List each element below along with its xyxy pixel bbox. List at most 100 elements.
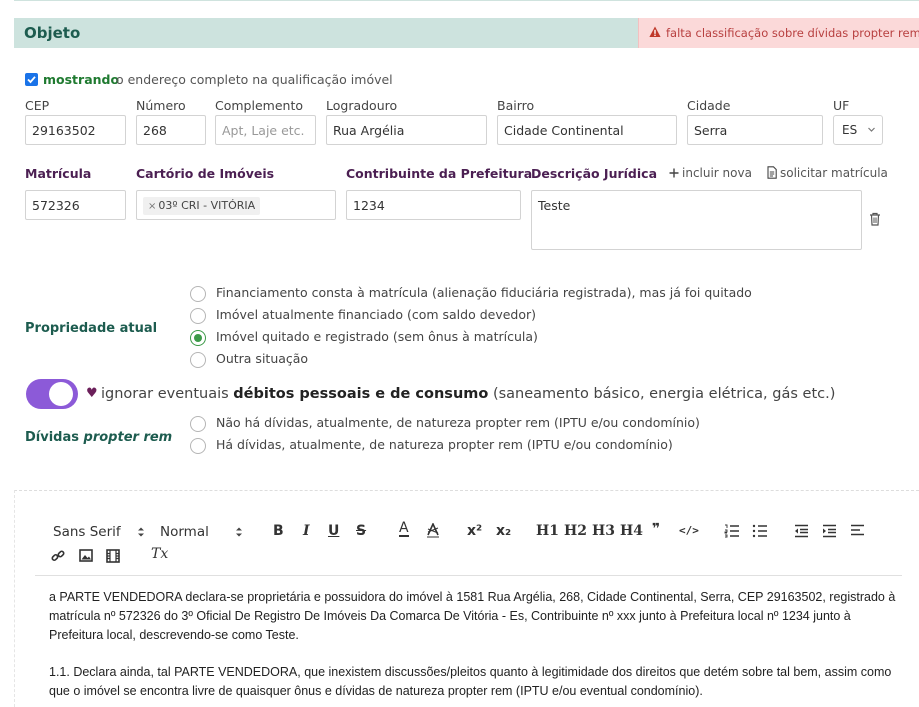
underline-button[interactable]: U bbox=[328, 523, 339, 539]
dividas-label-italic: propter rem bbox=[83, 430, 173, 445]
matricula-label: Matrícula bbox=[25, 166, 92, 181]
strike-button[interactable]: S bbox=[356, 523, 366, 539]
cartorio-chip[interactable]: × 03º CRI - VITÓRIA bbox=[143, 197, 261, 215]
h3-button[interactable]: H3 bbox=[592, 523, 615, 539]
superscript-button[interactable]: x² bbox=[467, 523, 482, 539]
radio-label: Outra situação bbox=[216, 351, 309, 366]
checkbox-checked[interactable] bbox=[25, 73, 38, 86]
uf-label: UF bbox=[833, 98, 850, 113]
section-title: Objeto bbox=[24, 24, 81, 42]
clear-format-label: Tx bbox=[151, 546, 169, 562]
clear-format-button[interactable]: Tx bbox=[151, 546, 168, 562]
propriedade-label: Propriedade atual bbox=[25, 321, 158, 336]
radio-label: Financiamento consta à matrícula (aliena… bbox=[216, 285, 752, 300]
complemento-label: Complemento bbox=[215, 98, 303, 113]
font-select[interactable]: Sans Serif bbox=[53, 524, 121, 540]
solicitar-matricula-label: solicitar matrícula bbox=[780, 166, 888, 180]
cidade-label: Cidade bbox=[687, 98, 731, 113]
select-arrows-icon[interactable] bbox=[235, 526, 243, 538]
complemento-input[interactable]: Apt, Laje etc. bbox=[215, 115, 316, 145]
incluir-nova-button[interactable]: incluir nova bbox=[669, 166, 752, 180]
contribuinte-input[interactable]: 1234 bbox=[346, 190, 521, 220]
size-select-value: Normal bbox=[160, 524, 209, 540]
h4-button[interactable]: H4 bbox=[620, 523, 643, 539]
background-color-icon[interactable] bbox=[426, 523, 440, 539]
cidade-input[interactable]: Serra bbox=[687, 115, 823, 145]
remove-chip-icon[interactable]: × bbox=[148, 201, 156, 212]
descricao-label: Descrição Jurídica bbox=[531, 166, 658, 181]
chevron-down-icon bbox=[868, 127, 875, 132]
size-select[interactable]: Normal bbox=[160, 524, 209, 540]
cartorio-select[interactable]: × 03º CRI - VITÓRIA bbox=[136, 190, 336, 220]
image-icon[interactable] bbox=[79, 549, 93, 562]
uf-select[interactable]: ES bbox=[833, 115, 883, 145]
align-icon[interactable] bbox=[850, 524, 865, 538]
select-arrows-icon[interactable] bbox=[137, 526, 145, 538]
contribuinte-label: Contribuinte da Prefeitura bbox=[346, 166, 533, 181]
radio-label: Há dívidas, atualmente, de natureza prop… bbox=[216, 437, 673, 452]
incluir-nova-label: incluir nova bbox=[682, 166, 752, 180]
logradouro-input[interactable]: Rua Argélia bbox=[326, 115, 487, 145]
checkbox-strong-label: mostrando bbox=[43, 72, 120, 87]
matricula-input[interactable]: 572326 bbox=[25, 190, 126, 220]
cep-input[interactable]: 29163502 bbox=[25, 115, 126, 145]
rich-text-editor: Sans Serif Normal B I U S A x² x₂ H1 H2 … bbox=[14, 490, 919, 707]
radio-label: Imóvel atualmente financiado (com saldo … bbox=[216, 307, 537, 322]
warning-text: falta classificação sobre dívidas propte… bbox=[666, 26, 919, 40]
ordered-list-icon[interactable] bbox=[724, 524, 740, 538]
link-icon[interactable] bbox=[51, 549, 65, 563]
cartorio-label: Cartório de Imóveis bbox=[136, 166, 275, 181]
ignore-suffix: (saneamento básico, energia elétrica, gá… bbox=[492, 386, 836, 402]
text-color-button[interactable]: A bbox=[399, 521, 409, 537]
radio-label: Não há dívidas, atualmente, de natureza … bbox=[216, 415, 700, 430]
numero-input[interactable]: 268 bbox=[136, 115, 206, 145]
section-header: Objeto falta classificação sobre dívidas… bbox=[14, 18, 919, 48]
descricao-textarea[interactable]: Teste bbox=[531, 190, 862, 250]
radio-button[interactable] bbox=[190, 416, 206, 432]
plus-icon bbox=[669, 168, 679, 178]
bold-button[interactable]: B bbox=[273, 523, 284, 539]
cartorio-chip-label: 03º CRI - VITÓRIA bbox=[158, 199, 256, 212]
heart-icon: ♥ bbox=[86, 386, 98, 401]
top-divider bbox=[14, 0, 919, 1]
warning-icon bbox=[649, 26, 661, 37]
uf-value: ES bbox=[842, 123, 858, 137]
trash-icon[interactable] bbox=[869, 212, 881, 226]
ignore-debts-toggle[interactable] bbox=[26, 379, 78, 409]
warning-banner: falta classificação sobre dívidas propte… bbox=[638, 18, 919, 48]
bairro-label: Bairro bbox=[497, 98, 535, 113]
italic-button[interactable]: I bbox=[303, 523, 310, 539]
toggle-knob bbox=[49, 382, 73, 406]
radio-button[interactable] bbox=[190, 438, 206, 454]
editor-paragraph-1[interactable]: a PARTE VENDEDORA declara-se proprietári… bbox=[49, 588, 899, 645]
video-icon[interactable] bbox=[106, 549, 120, 563]
radio-button[interactable] bbox=[190, 308, 206, 324]
ignore-prefix: ignorar eventuais bbox=[101, 386, 229, 402]
code-block-button[interactable]: </> bbox=[679, 524, 699, 537]
blockquote-button[interactable]: ❞ bbox=[652, 521, 660, 537]
dividas-label: Dívidas propter rem bbox=[25, 430, 172, 445]
editor-paragraph-2[interactable]: 1.1. Declara ainda, tal PARTE VENDEDORA,… bbox=[49, 663, 899, 701]
subscript-button[interactable]: x₂ bbox=[496, 523, 511, 539]
outdent-icon[interactable] bbox=[794, 524, 809, 538]
numero-label: Número bbox=[136, 98, 186, 113]
bairro-input[interactable]: Cidade Continental bbox=[497, 115, 677, 145]
radio-label: Imóvel quitado e registrado (sem ônus à … bbox=[216, 329, 538, 344]
ignore-bold: débitos pessoais e de consumo bbox=[233, 386, 489, 402]
indent-icon[interactable] bbox=[822, 524, 837, 538]
toolbar-divider bbox=[35, 575, 902, 576]
radio-button[interactable] bbox=[190, 352, 206, 368]
bullet-list-icon[interactable] bbox=[752, 524, 768, 538]
solicitar-matricula-button[interactable]: solicitar matrícula bbox=[767, 166, 888, 180]
dividas-label-prefix: Dívidas bbox=[25, 430, 79, 445]
logradouro-label: Logradouro bbox=[326, 98, 398, 113]
ignore-debts-text: ignorar eventuais débitos pessoais e de … bbox=[101, 386, 835, 402]
checkbox-label: o endereço completo na qualificação imóv… bbox=[116, 72, 393, 87]
font-select-value: Sans Serif bbox=[53, 524, 121, 540]
radio-button[interactable] bbox=[190, 286, 206, 302]
h1-button[interactable]: H1 bbox=[536, 523, 559, 539]
h2-button[interactable]: H2 bbox=[564, 523, 587, 539]
cep-label: CEP bbox=[25, 98, 50, 113]
radio-button-selected[interactable] bbox=[190, 330, 206, 346]
document-icon bbox=[767, 166, 777, 179]
